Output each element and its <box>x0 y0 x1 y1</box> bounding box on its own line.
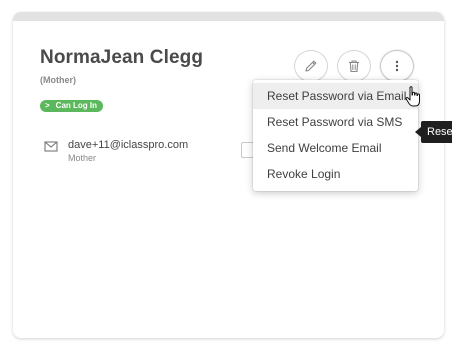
more-options-button[interactable] <box>380 50 414 82</box>
contact-email[interactable]: dave+11@iclasspro.com <box>68 138 188 152</box>
edit-button[interactable] <box>294 50 328 82</box>
mail-icon <box>44 141 58 152</box>
more-vertical-icon <box>395 60 399 72</box>
card-top-bar <box>13 12 444 21</box>
email-type: Mother <box>68 153 97 163</box>
menu-item-reset-password-email[interactable]: Reset Password via Email <box>253 83 418 109</box>
can-log-in-badge: > Can Log In <box>40 100 103 112</box>
delete-button[interactable] <box>337 50 371 82</box>
menu-item-reset-password-sms[interactable]: Reset Password via SMS <box>253 109 418 135</box>
contact-name: NormaJean Clegg <box>40 47 204 68</box>
email-row: dave+11@iclasspro.com Mother <box>44 138 188 164</box>
tooltip: Rese <box>421 121 452 143</box>
menu-item-revoke-login[interactable]: Revoke Login <box>253 161 418 187</box>
pencil-icon <box>305 60 317 72</box>
trash-icon <box>349 60 359 73</box>
contact-relation: (Mother) <box>40 75 76 85</box>
badge-label: Can Log In <box>55 101 97 110</box>
hand-cursor-icon <box>405 86 420 107</box>
chevron-right-icon: > <box>45 101 50 110</box>
menu-item-send-welcome-email[interactable]: Send Welcome Email <box>253 135 418 161</box>
more-options-menu: Reset Password via Email Reset Password … <box>253 80 418 191</box>
